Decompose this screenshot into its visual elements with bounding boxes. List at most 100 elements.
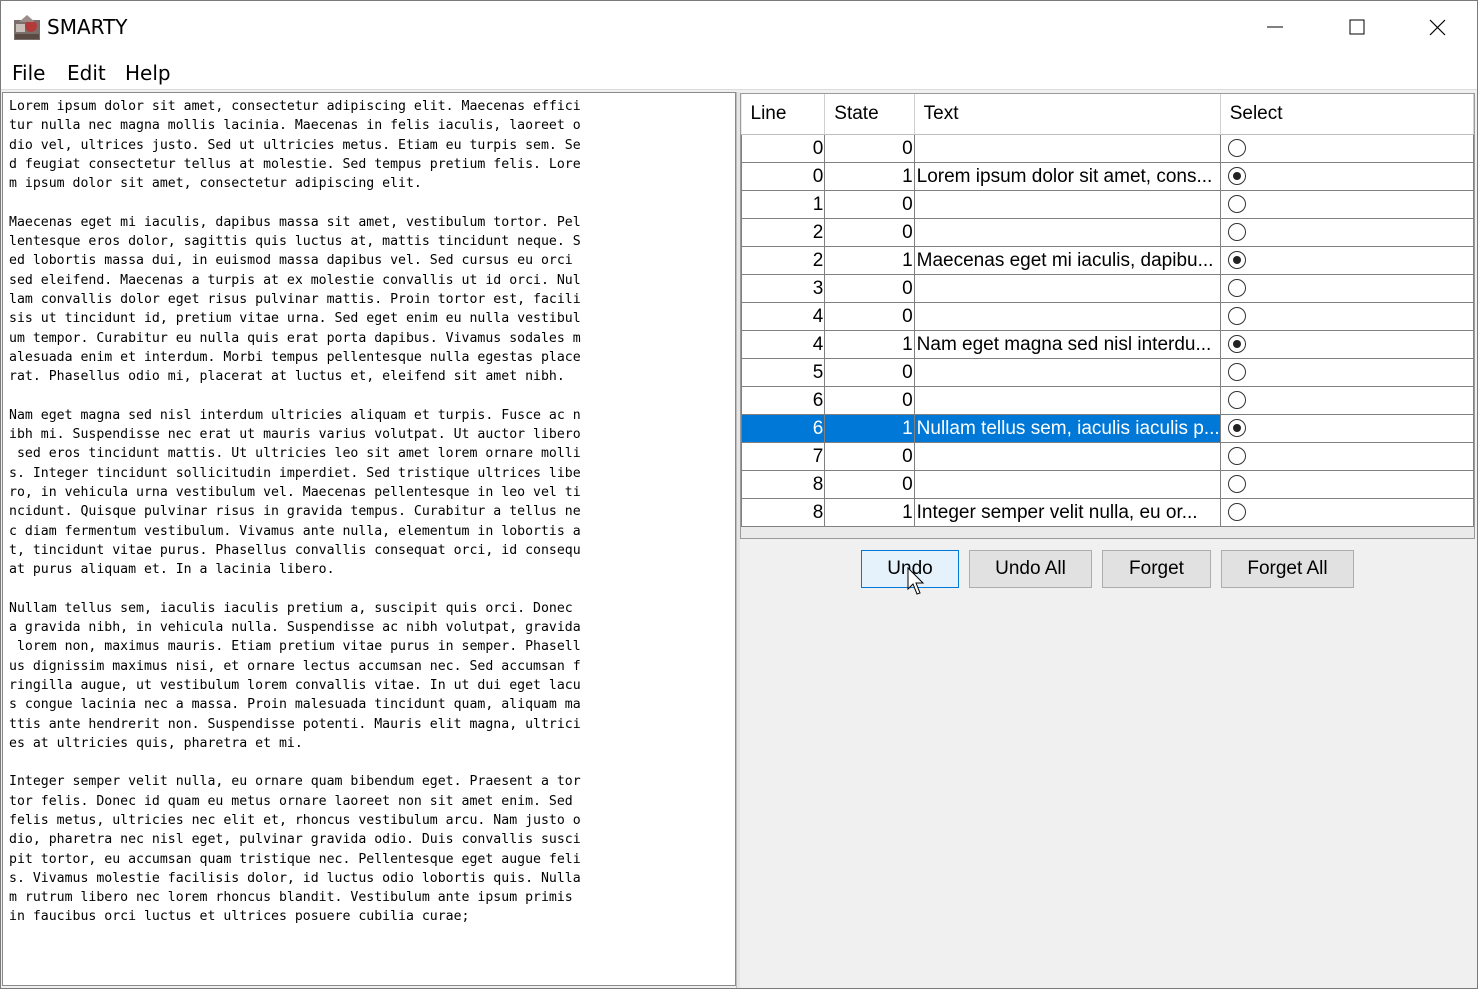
select-radio-button[interactable] bbox=[1227, 251, 1246, 270]
cell-select[interactable] bbox=[1219, 470, 1475, 499]
table-row[interactable]: 2 1 Maecenas eget mi iaculis, dapibu... bbox=[740, 246, 1475, 275]
cell-text[interactable] bbox=[913, 218, 1221, 247]
cell-select[interactable] bbox=[1219, 246, 1475, 275]
select-radio-button[interactable] bbox=[1227, 335, 1246, 354]
cell-select[interactable] bbox=[1219, 358, 1475, 387]
cell-line[interactable]: 8 bbox=[740, 470, 826, 499]
table-row[interactable]: 50 bbox=[740, 358, 1475, 387]
select-radio-button[interactable] bbox=[1227, 167, 1246, 186]
cell-text[interactable]: Nullam tellus sem, iaculis iaculis p... bbox=[913, 414, 1221, 443]
table-row[interactable]: 00 bbox=[740, 134, 1475, 163]
cell-line[interactable]: 1 bbox=[740, 190, 826, 219]
forget-all-button[interactable]: Forget All bbox=[1221, 550, 1354, 588]
cell-line[interactable]: 0 bbox=[740, 134, 826, 163]
cell-select[interactable] bbox=[1219, 414, 1475, 443]
cell-text[interactable] bbox=[913, 134, 1221, 163]
select-radio-button[interactable] bbox=[1227, 307, 1246, 326]
cell-text[interactable]: Lorem ipsum dolor sit amet, cons... bbox=[913, 162, 1221, 191]
minimize-button[interactable] bbox=[1240, 1, 1310, 55]
cell-text[interactable] bbox=[913, 190, 1221, 219]
cell-select[interactable] bbox=[1219, 442, 1475, 471]
cell-state[interactable]: 0 bbox=[824, 134, 915, 163]
select-radio-button[interactable] bbox=[1227, 139, 1246, 158]
cell-select[interactable] bbox=[1219, 218, 1475, 247]
undo-all-button[interactable]: Undo All bbox=[969, 550, 1092, 588]
cell-select[interactable] bbox=[1219, 330, 1475, 359]
cell-select[interactable] bbox=[1219, 498, 1475, 527]
cell-text[interactable] bbox=[913, 274, 1221, 303]
cell-text[interactable]: Integer semper velit nulla, eu or... bbox=[913, 498, 1221, 527]
cell-select[interactable] bbox=[1219, 386, 1475, 415]
cell-line[interactable]: 3 bbox=[740, 274, 826, 303]
cell-state[interactable]: 0 bbox=[824, 470, 915, 499]
cell-state[interactable]: 1 bbox=[824, 246, 915, 275]
menu-file[interactable]: File bbox=[12, 61, 45, 85]
cell-state[interactable]: 0 bbox=[824, 274, 915, 303]
menu-help[interactable]: Help bbox=[125, 61, 171, 85]
select-radio-button[interactable] bbox=[1227, 195, 1246, 214]
table-row[interactable]: 40 bbox=[740, 302, 1475, 331]
cell-line[interactable]: 6 bbox=[740, 386, 826, 415]
cell-line[interactable]: 8 bbox=[740, 498, 826, 527]
select-radio-button[interactable] bbox=[1227, 475, 1246, 494]
title-bar[interactable]: SMARTY bbox=[1, 1, 1477, 55]
table-row[interactable]: 4 1 Nam eget magna sed nisl interdu... bbox=[740, 330, 1475, 359]
forget-button[interactable]: Forget bbox=[1102, 550, 1211, 588]
cell-state[interactable]: 1 bbox=[824, 162, 915, 191]
cell-text[interactable] bbox=[913, 358, 1221, 387]
cell-state[interactable]: 0 bbox=[824, 442, 915, 471]
close-button[interactable] bbox=[1403, 1, 1473, 55]
cell-text[interactable] bbox=[913, 302, 1221, 331]
cell-text[interactable]: Nam eget magna sed nisl interdu... bbox=[913, 330, 1221, 359]
cell-line[interactable]: 4 bbox=[740, 330, 826, 359]
column-header-text[interactable]: Text bbox=[914, 94, 1221, 135]
editor-content[interactable]: Lorem ipsum dolor sit amet, consectetur … bbox=[9, 97, 731, 927]
select-radio-button[interactable] bbox=[1227, 279, 1246, 298]
cell-line[interactable]: 2 bbox=[740, 218, 826, 247]
cell-state[interactable]: 0 bbox=[824, 302, 915, 331]
table-row[interactable]: 20 bbox=[740, 218, 1475, 247]
table-row[interactable]: 60 bbox=[740, 386, 1475, 415]
select-radio-button[interactable] bbox=[1227, 391, 1246, 410]
cell-line[interactable]: 6 bbox=[740, 414, 826, 443]
column-header-line[interactable]: Line bbox=[741, 94, 826, 135]
cell-select[interactable] bbox=[1219, 302, 1475, 331]
table-row[interactable]: 30 bbox=[740, 274, 1475, 303]
select-radio-button[interactable] bbox=[1227, 363, 1246, 382]
table-row[interactable]: 6 1 Nullam tellus sem, iaculis iaculis p..… bbox=[740, 414, 1475, 443]
column-header-select[interactable]: Select bbox=[1220, 94, 1475, 135]
cell-text[interactable] bbox=[913, 386, 1221, 415]
menu-edit[interactable]: Edit bbox=[67, 61, 106, 85]
table-row[interactable]: 70 bbox=[740, 442, 1475, 471]
cell-line[interactable]: 2 bbox=[740, 246, 826, 275]
cell-state[interactable]: 0 bbox=[824, 218, 915, 247]
cell-state[interactable]: 1 bbox=[824, 414, 915, 443]
maximize-button[interactable] bbox=[1322, 1, 1392, 55]
select-radio-button[interactable] bbox=[1227, 503, 1246, 522]
select-radio-button[interactable] bbox=[1227, 419, 1246, 438]
cell-state[interactable]: 1 bbox=[824, 498, 915, 527]
cell-select[interactable] bbox=[1219, 162, 1475, 191]
text-editor[interactable]: Lorem ipsum dolor sit amet, consectetur … bbox=[2, 92, 736, 986]
cell-state[interactable]: 0 bbox=[824, 386, 915, 415]
cell-select[interactable] bbox=[1219, 274, 1475, 303]
cell-text[interactable] bbox=[913, 442, 1221, 471]
cell-line[interactable]: 7 bbox=[740, 442, 826, 471]
column-header-state[interactable]: State bbox=[824, 94, 915, 135]
table-row[interactable]: 10 bbox=[740, 190, 1475, 219]
table-row[interactable]: 8 1 Integer semper velit nulla, eu or... bbox=[740, 498, 1475, 527]
cell-text[interactable]: Maecenas eget mi iaculis, dapibu... bbox=[913, 246, 1221, 275]
select-radio-button[interactable] bbox=[1227, 447, 1246, 466]
table-row[interactable]: 0 1 Lorem ipsum dolor sit amet, cons... bbox=[740, 162, 1475, 191]
cell-line[interactable]: 5 bbox=[740, 358, 826, 387]
cell-select[interactable] bbox=[1219, 134, 1475, 163]
cell-state[interactable]: 0 bbox=[824, 358, 915, 387]
cell-select[interactable] bbox=[1219, 190, 1475, 219]
cell-line[interactable]: 4 bbox=[740, 302, 826, 331]
table-row[interactable]: 80 bbox=[740, 470, 1475, 499]
cell-text[interactable] bbox=[913, 470, 1221, 499]
cell-line[interactable]: 0 bbox=[740, 162, 826, 191]
select-radio-button[interactable] bbox=[1227, 223, 1246, 242]
cell-state[interactable]: 1 bbox=[824, 330, 915, 359]
cell-state[interactable]: 0 bbox=[824, 190, 915, 219]
